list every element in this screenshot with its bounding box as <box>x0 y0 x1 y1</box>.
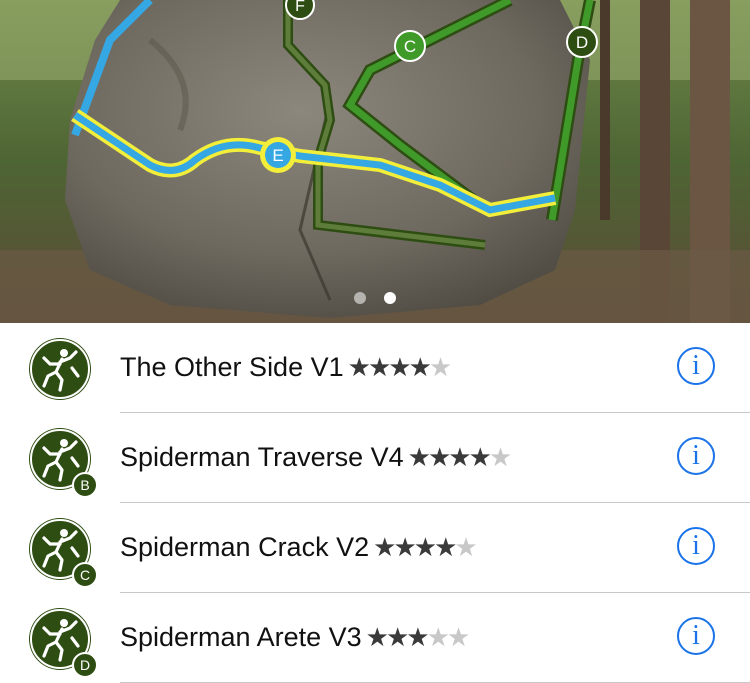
marker-e-label: E <box>272 146 283 165</box>
star-rating: ★★★★★ <box>373 532 478 563</box>
star-rating: ★★★★★ <box>347 352 453 383</box>
star-filled-icon: ★ <box>347 352 371 382</box>
route-list: The Other Side V1 ★★★★★ i B Spiderman Traver… <box>0 323 750 683</box>
route-badge: C <box>72 562 98 588</box>
marker-c-label: C <box>404 37 416 56</box>
route-separator <box>363 442 371 473</box>
route-row[interactable]: C Spiderman Crack V2 ★★★★★ i <box>0 503 750 593</box>
route-title: The Other Side V1 ★★★★★ <box>120 352 453 383</box>
marker-e[interactable]: E <box>260 137 296 173</box>
route-row[interactable]: The Other Side V1 ★★★★★ i <box>0 323 750 413</box>
boulder-photo-canvas: F C D E <box>0 0 750 323</box>
star-filled-icon: ★ <box>408 352 432 382</box>
star-filled-icon: ★ <box>373 532 396 562</box>
marker-c[interactable]: C <box>394 30 426 62</box>
star-filled-icon: ★ <box>367 352 391 382</box>
route-title: Spiderman Crack V2 ★★★★★ <box>120 532 478 563</box>
marker-d-label: D <box>576 33 588 52</box>
route-name: Spiderman Arete <box>120 622 322 652</box>
route-row[interactable]: B Spiderman Traverse V4 ★★★★★ i <box>0 413 750 503</box>
star-empty-icon: ★ <box>454 532 477 562</box>
star-filled-icon: ★ <box>365 622 389 652</box>
marker-f-label: F <box>295 0 305 15</box>
marker-f[interactable]: F <box>285 0 315 20</box>
route-grade: V2 <box>336 532 370 562</box>
marker-d[interactable]: D <box>566 26 598 58</box>
boulder-photo[interactable]: F C D E <box>0 0 750 323</box>
route-row[interactable]: D Spiderman Arete V3 ★★★★★ i <box>0 593 750 683</box>
info-icon[interactable]: i <box>677 617 715 655</box>
route-badge: D <box>72 652 98 678</box>
page-indicator[interactable] <box>0 292 750 304</box>
star-empty-icon: ★ <box>488 442 512 472</box>
star-filled-icon: ★ <box>385 622 409 652</box>
star-filled-icon: ★ <box>413 532 437 562</box>
star-filled-icon: ★ <box>427 442 451 472</box>
star-filled-icon: ★ <box>434 532 457 562</box>
star-empty-icon: ★ <box>426 622 450 652</box>
page-dot[interactable] <box>354 292 366 304</box>
route-name: The Other Side <box>120 352 304 382</box>
star-empty-icon: ★ <box>446 622 470 652</box>
star-filled-icon: ★ <box>468 442 492 472</box>
star-filled-icon: ★ <box>406 622 429 652</box>
route-grade: V3 <box>328 622 362 652</box>
star-filled-icon: ★ <box>393 532 416 562</box>
route-title: Spiderman Traverse V4 ★★★★★ <box>120 442 513 473</box>
route-grade: V4 <box>370 442 404 472</box>
star-filled-icon: ★ <box>388 352 411 382</box>
info-icon[interactable]: i <box>677 527 715 565</box>
star-filled-icon: ★ <box>448 442 471 472</box>
info-icon[interactable]: i <box>677 437 715 475</box>
climber-icon <box>30 339 90 399</box>
star-rating: ★★★★★ <box>407 442 513 473</box>
route-title: Spiderman Arete V3 ★★★★★ <box>120 622 471 653</box>
route-name: Spiderman Traverse <box>120 442 364 472</box>
info-icon[interactable]: i <box>677 347 715 385</box>
route-name: Spiderman Crack <box>120 532 329 562</box>
star-empty-icon: ★ <box>428 352 452 382</box>
page-dot-current[interactable] <box>384 292 396 304</box>
star-rating: ★★★★★ <box>365 622 471 653</box>
route-separator <box>303 352 311 383</box>
route-separator <box>321 622 329 653</box>
star-filled-icon: ★ <box>407 442 431 472</box>
route-badge: B <box>72 472 98 498</box>
route-separator <box>329 532 337 563</box>
route-grade: V1 <box>310 352 344 382</box>
